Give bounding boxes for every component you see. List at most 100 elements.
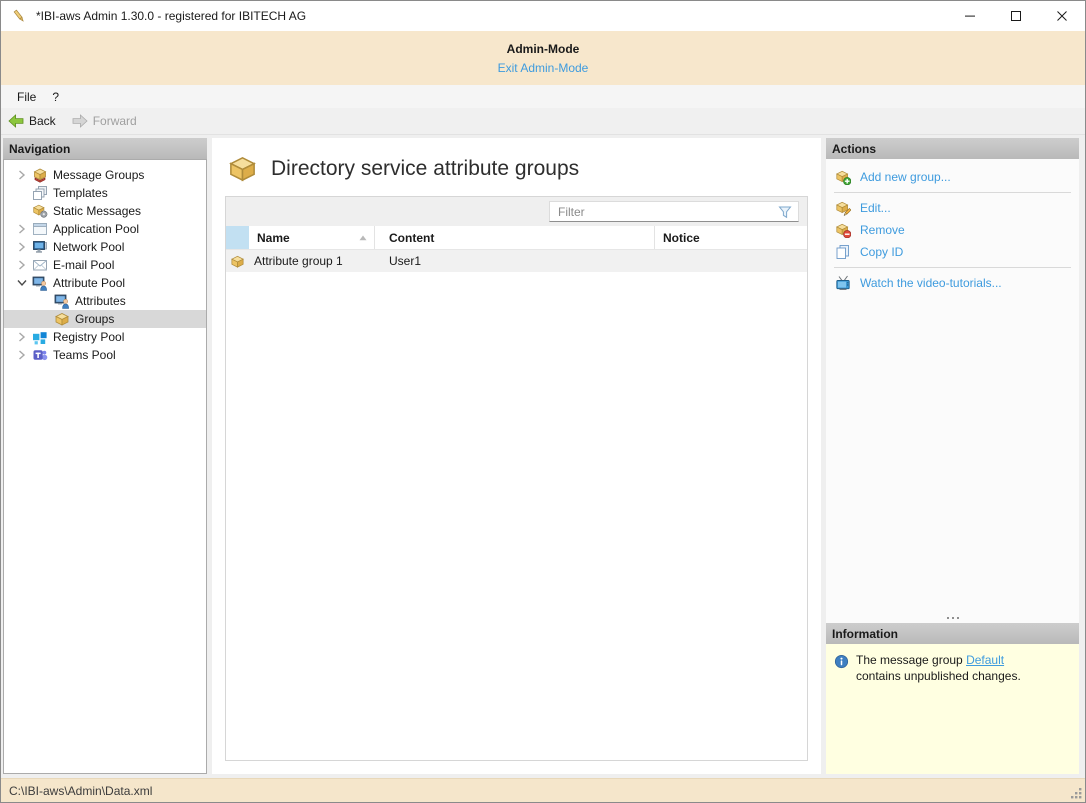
table-header-row: Name Content Notice <box>226 226 807 250</box>
table-header-notice[interactable]: Notice <box>655 226 807 249</box>
tree-item-templates[interactable]: Templates <box>4 184 206 202</box>
edit-link[interactable]: Edit... <box>826 197 1079 219</box>
tree-label: Teams Pool <box>53 348 116 362</box>
action-label: Edit... <box>860 201 891 215</box>
tree-label: Static Messages <box>53 204 141 218</box>
remove-link[interactable]: Remove <box>826 219 1079 241</box>
column-label: Content <box>389 231 434 245</box>
information-header: Information <box>826 623 1079 644</box>
expand-chevron-icon[interactable] <box>12 242 32 252</box>
window-title: *IBI-aws Admin 1.30.0 - registered for I… <box>36 9 306 23</box>
tree-item-registry-pool[interactable]: Registry Pool <box>4 328 206 346</box>
action-label: Watch the video-tutorials... <box>860 276 1002 290</box>
actions-spacer <box>826 294 1079 612</box>
row-icon-cell <box>226 254 249 269</box>
table-header-icon-column[interactable] <box>226 226 249 249</box>
action-label: Copy ID <box>860 245 903 259</box>
email-pool-icon <box>32 257 48 273</box>
tree-item-attributes[interactable]: Attributes <box>4 292 206 310</box>
information-body: The message group Default contains unpub… <box>826 644 1079 774</box>
default-group-link[interactable]: Default <box>966 653 1004 667</box>
row-content-cell: User1 <box>375 254 655 268</box>
page-title: Directory service attribute groups <box>271 157 579 181</box>
collapse-chevron-icon[interactable] <box>12 279 32 287</box>
forward-button[interactable]: Forward <box>72 113 137 129</box>
app-logo-icon <box>11 8 27 24</box>
expand-chevron-icon[interactable] <box>12 350 32 360</box>
attribute-pool-icon <box>32 275 48 291</box>
window-controls <box>947 1 1085 31</box>
admin-mode-banner: Admin-Mode Exit Admin-Mode <box>1 31 1085 85</box>
toolbar: Back Forward <box>1 108 1085 135</box>
copy-id-link[interactable]: Copy ID <box>826 241 1079 263</box>
tree-label: Templates <box>53 186 108 200</box>
menu-help[interactable]: ? <box>44 87 67 107</box>
edit-group-icon <box>835 200 851 216</box>
action-label: Remove <box>860 223 905 237</box>
back-arrow-icon <box>8 113 24 129</box>
attribute-groups-icon <box>227 153 258 184</box>
table-header-content[interactable]: Content <box>375 226 655 249</box>
resize-grip[interactable] <box>1069 786 1083 800</box>
tree-item-application-pool[interactable]: Application Pool <box>4 220 206 238</box>
expand-chevron-icon[interactable] <box>12 332 32 342</box>
tree-item-static-messages[interactable]: Static Messages <box>4 202 206 220</box>
maximize-icon <box>1011 11 1021 21</box>
admin-mode-label: Admin-Mode <box>507 42 580 56</box>
tree-label: E-mail Pool <box>53 258 114 272</box>
title-bar: *IBI-aws Admin 1.30.0 - registered for I… <box>1 1 1085 31</box>
forward-arrow-icon <box>72 113 88 129</box>
tree-item-groups[interactable]: Groups <box>4 310 206 328</box>
forward-label: Forward <box>93 114 137 128</box>
tree-label: Groups <box>75 312 114 326</box>
video-tutorials-link[interactable]: Watch the video-tutorials... <box>826 272 1079 294</box>
expand-chevron-icon[interactable] <box>12 170 32 180</box>
table-row[interactable]: Attribute group 1 User1 <box>226 250 807 272</box>
navigation-tree: Message Groups Templates Static Messages… <box>3 159 207 774</box>
menu-file[interactable]: File <box>9 87 44 107</box>
add-new-group-link[interactable]: Add new group... <box>826 166 1079 188</box>
maximize-button[interactable] <box>993 1 1039 31</box>
minimize-button[interactable] <box>947 1 993 31</box>
separator <box>834 267 1071 268</box>
actions-panel: Actions Add new group... Edit... Remove <box>826 138 1079 774</box>
tree-label: Registry Pool <box>53 330 124 344</box>
filter-input[interactable] <box>558 205 772 219</box>
content-header: Directory service attribute groups <box>212 138 821 195</box>
column-label: Notice <box>663 231 700 245</box>
tree-item-message-groups[interactable]: Message Groups <box>4 166 206 184</box>
tree-label: Attribute Pool <box>53 276 125 290</box>
action-list: Add new group... Edit... Remove Copy ID <box>826 159 1079 294</box>
application-pool-icon <box>32 221 48 237</box>
app-window: *IBI-aws Admin 1.30.0 - registered for I… <box>0 0 1086 803</box>
close-button[interactable] <box>1039 1 1085 31</box>
tree-label: Network Pool <box>53 240 124 254</box>
table-header-name[interactable]: Name <box>249 226 375 249</box>
remove-group-icon <box>835 222 851 238</box>
back-button[interactable]: Back <box>8 113 56 129</box>
exit-admin-mode-link[interactable]: Exit Admin-Mode <box>498 61 589 75</box>
filter-funnel-icon[interactable] <box>778 205 792 219</box>
info-icon <box>834 654 849 669</box>
group-box-icon <box>230 254 245 269</box>
back-label: Back <box>29 114 56 128</box>
tv-icon <box>835 275 851 291</box>
content-panel: Directory service attribute groups Name <box>212 138 821 774</box>
tree-label: Message Groups <box>53 168 144 182</box>
tree-item-network-pool[interactable]: Network Pool <box>4 238 206 256</box>
tree-item-attribute-pool[interactable]: Attribute Pool <box>4 274 206 292</box>
teams-pool-icon <box>32 347 48 363</box>
separator <box>834 192 1071 193</box>
groups-icon <box>54 311 70 327</box>
row-name-cell: Attribute group 1 <box>249 254 375 268</box>
menu-bar: File ? <box>1 85 1085 108</box>
expand-chevron-icon[interactable] <box>12 260 32 270</box>
tree-item-teams-pool[interactable]: Teams Pool <box>4 346 206 364</box>
panel-splitter[interactable] <box>826 612 1079 623</box>
column-label: Name <box>257 231 290 245</box>
tree-item-email-pool[interactable]: E-mail Pool <box>4 256 206 274</box>
expand-chevron-icon[interactable] <box>12 224 32 234</box>
groups-table: Name Content Notice Attribute group 1 <box>225 196 808 761</box>
navigation-header: Navigation <box>3 138 207 159</box>
copy-icon <box>835 244 851 260</box>
